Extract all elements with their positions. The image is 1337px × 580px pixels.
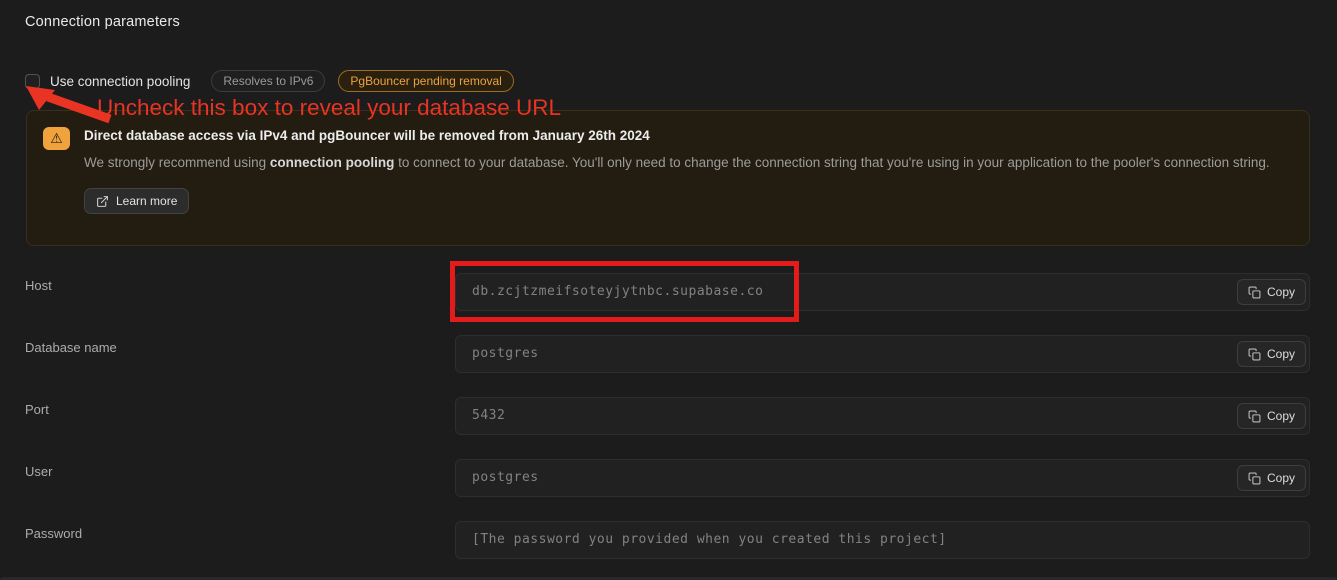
warning-body: We strongly recommend using connection p… bbox=[84, 150, 1270, 175]
host-copy-button[interactable]: Copy bbox=[1237, 279, 1306, 305]
warning-body-post: to connect to your database. You'll only… bbox=[394, 155, 1269, 170]
copy-label: Copy bbox=[1267, 285, 1295, 299]
user-copy-button[interactable]: Copy bbox=[1237, 465, 1306, 491]
database-name-label: Database name bbox=[25, 340, 117, 355]
warning-triangle-icon: ⚠ bbox=[43, 127, 70, 150]
learn-more-label: Learn more bbox=[116, 194, 177, 208]
copy-icon bbox=[1248, 410, 1261, 423]
external-link-icon bbox=[96, 195, 109, 208]
user-label: User bbox=[25, 464, 52, 479]
copy-label: Copy bbox=[1267, 471, 1295, 485]
annotation-text: Uncheck this box to reveal your database… bbox=[97, 95, 561, 121]
warning-title: Direct database access via IPv4 and pgBo… bbox=[84, 128, 1270, 143]
field-row-host: Host db.zcjtzmeifsoteyjytnbc.supabase.co… bbox=[0, 273, 1337, 319]
annotation-arrow-icon bbox=[22, 82, 122, 126]
copy-icon bbox=[1248, 286, 1261, 299]
user-input[interactable]: postgres bbox=[455, 459, 1310, 497]
learn-more-button[interactable]: Learn more bbox=[84, 188, 189, 214]
copy-label: Copy bbox=[1267, 347, 1295, 361]
warning-body-bold: connection pooling bbox=[270, 155, 395, 170]
resolves-to-ipv6-badge: Resolves to IPv6 bbox=[211, 70, 325, 92]
host-input[interactable]: db.zcjtzmeifsoteyjytnbc.supabase.co bbox=[455, 273, 1310, 311]
pgbouncer-pending-removal-badge: PgBouncer pending removal bbox=[338, 70, 513, 92]
deprecation-warning-panel: ⚠ Direct database access via IPv4 and pg… bbox=[26, 110, 1310, 246]
password-input[interactable]: [The password you provided when you crea… bbox=[455, 521, 1310, 559]
port-copy-button[interactable]: Copy bbox=[1237, 403, 1306, 429]
page-title: Connection parameters bbox=[25, 14, 180, 30]
port-label: Port bbox=[25, 402, 49, 417]
copy-label: Copy bbox=[1267, 409, 1295, 423]
database-name-input[interactable]: postgres bbox=[455, 335, 1310, 373]
copy-icon bbox=[1248, 472, 1261, 485]
field-row-database-name: Database name postgres Copy bbox=[0, 335, 1337, 381]
field-row-user: User postgres Copy bbox=[0, 459, 1337, 505]
port-input[interactable]: 5432 bbox=[455, 397, 1310, 435]
copy-icon bbox=[1248, 348, 1261, 361]
database-name-copy-button[interactable]: Copy bbox=[1237, 341, 1306, 367]
field-row-password: Password [The password you provided when… bbox=[0, 521, 1337, 567]
host-label: Host bbox=[25, 278, 52, 293]
field-row-port: Port 5432 Copy bbox=[0, 397, 1337, 443]
warning-body-pre: We strongly recommend using bbox=[84, 155, 270, 170]
connection-parameters-page: Connection parameters Use connection poo… bbox=[0, 0, 1337, 580]
warning-content: Direct database access via IPv4 and pgBo… bbox=[84, 125, 1270, 231]
password-label: Password bbox=[25, 526, 82, 541]
